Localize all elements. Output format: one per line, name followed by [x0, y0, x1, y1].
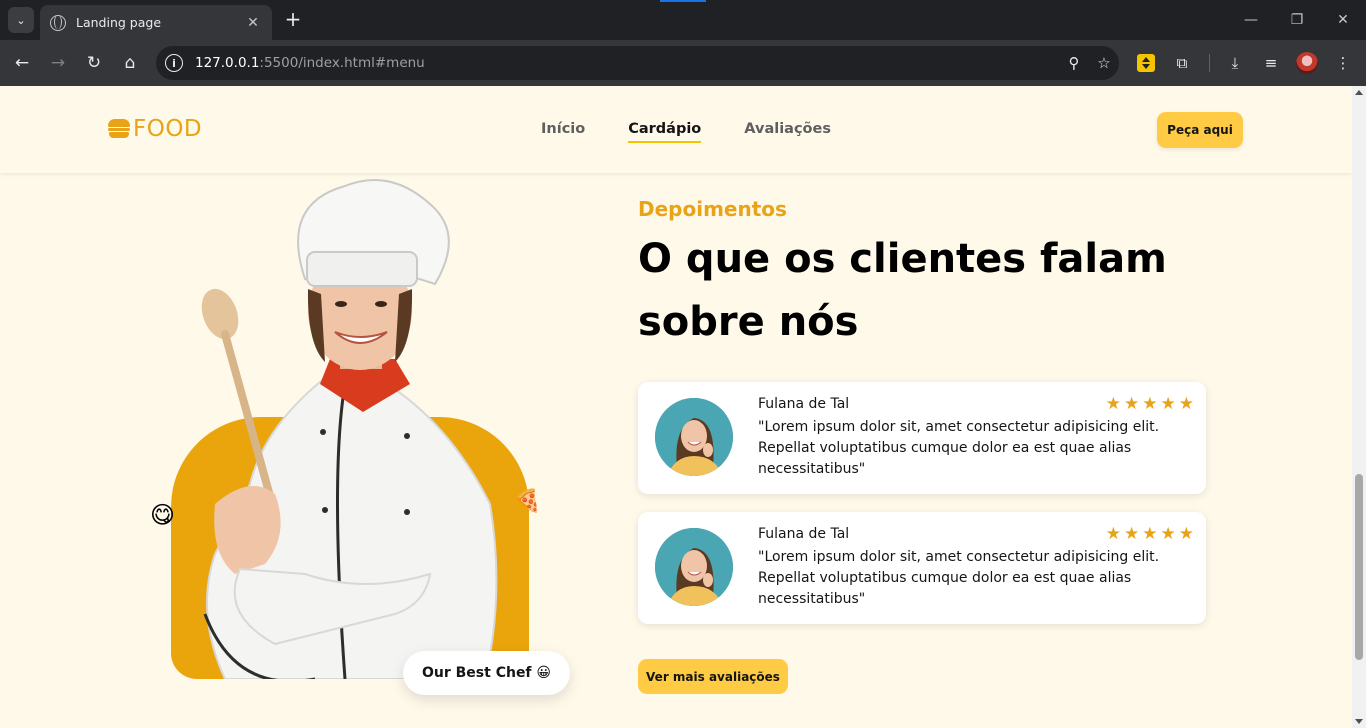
logo[interactable]: FOOD — [108, 116, 202, 142]
review-card: Fulana de Tal ★ ★ ★ ★ ★ "Lorem ipsum dol… — [638, 512, 1206, 624]
tab-search-button[interactable]: ⌄ — [8, 7, 34, 33]
profile-avatar[interactable] — [1295, 51, 1319, 75]
nav-item-inicio[interactable]: Início — [541, 121, 585, 137]
site-header: FOOD Início Cardápio Avaliações Peça aqu… — [0, 86, 1352, 173]
star-icon: ★ — [1105, 394, 1121, 414]
page-scrollbar[interactable] — [1352, 86, 1366, 728]
new-tab-button[interactable]: + — [282, 8, 304, 30]
star-icon: ★ — [1178, 394, 1194, 414]
reload-icon[interactable]: ↻ — [82, 51, 106, 75]
close-window-button[interactable]: ✕ — [1320, 0, 1366, 40]
browser-tab-strip: ⌄ Landing page ✕ + — ❐ ✕ — [0, 0, 1366, 40]
star-icon: ★ — [1142, 394, 1158, 414]
puzzle-icon[interactable]: ⧉ — [1170, 51, 1194, 75]
review-text: "Lorem ipsum dolor sit, amet consectetur… — [758, 549, 1160, 607]
star-icon: ★ — [1124, 524, 1140, 544]
star-icon: ★ — [1160, 394, 1176, 414]
globe-icon — [50, 14, 66, 31]
order-button[interactable]: Peça aqui — [1157, 112, 1243, 148]
pizza-emoji: 🍕 — [514, 489, 542, 514]
forward-arrow-icon[interactable]: → — [46, 51, 70, 75]
zoom-icon[interactable]: ⚲ — [1059, 54, 1089, 72]
star-icon: ★ — [1160, 524, 1176, 544]
toolbar-divider — [1209, 54, 1210, 72]
reviewer-name: Fulana de Tal — [758, 526, 850, 542]
star-icon: ★ — [1142, 524, 1158, 544]
browser-tab[interactable]: Landing page ✕ — [40, 5, 272, 40]
address-bar[interactable]: i 127.0.0.1:5500/index.html#menu ⚲ ☆ — [156, 46, 1119, 80]
scrollbar-thumb[interactable] — [1355, 474, 1363, 660]
review-text: "Lorem ipsum dolor sit, amet consectetur… — [758, 419, 1160, 477]
profile-icon — [1296, 52, 1318, 74]
nav-item-cardapio[interactable]: Cardápio — [628, 121, 702, 143]
site-info-icon[interactable]: i — [165, 54, 183, 72]
browser-toolbar: ← → ↻ ⌂ i 127.0.0.1:5500/index.html#menu… — [0, 40, 1366, 86]
extension-logo-icon — [1137, 54, 1155, 72]
scroll-up-icon[interactable] — [1355, 90, 1363, 95]
section-kicker: Depoimentos — [638, 197, 787, 221]
review-card: Fulana de Tal ★ ★ ★ ★ ★ "Lorem ipsum dol… — [638, 382, 1206, 494]
back-arrow-icon[interactable]: ← — [10, 51, 34, 75]
reviewer-avatar — [655, 528, 733, 606]
menu-icon[interactable]: ⋮ — [1331, 51, 1355, 75]
tab-close-icon[interactable]: ✕ — [244, 15, 262, 31]
extension-icon[interactable] — [1134, 51, 1158, 75]
chef-image — [201, 179, 498, 679]
window-controls: — ❐ ✕ — [1228, 0, 1366, 40]
star-icon: ★ — [1105, 524, 1121, 544]
page-viewport: FOOD Início Cardápio Avaliações Peça aqu… — [0, 86, 1352, 728]
star-icon: ★ — [1178, 524, 1194, 544]
url-text[interactable]: 127.0.0.1:5500/index.html#menu — [195, 55, 1059, 71]
reviewer-name: Fulana de Tal — [758, 396, 850, 412]
media-control-icon[interactable]: ≡ — [1259, 51, 1283, 75]
tab-title: Landing page — [76, 15, 162, 30]
scroll-down-icon[interactable] — [1355, 719, 1363, 724]
logo-text: FOOD — [133, 116, 203, 142]
main-nav: Início Cardápio Avaliações — [541, 121, 831, 143]
star-rating: ★ ★ ★ ★ ★ — [1106, 394, 1194, 414]
section-title: O que os clientes falam sobre nós — [638, 236, 1167, 345]
reviewer-avatar — [655, 398, 733, 476]
burger-icon — [108, 119, 130, 139]
restore-button[interactable]: ❐ — [1274, 0, 1320, 40]
star-icon: ★ — [1124, 394, 1140, 414]
minimize-button[interactable]: — — [1228, 0, 1274, 40]
bookmark-star-icon[interactable]: ☆ — [1089, 54, 1119, 72]
tab-strip-accent — [660, 0, 706, 2]
more-reviews-button[interactable]: Ver mais avaliações — [638, 659, 788, 694]
best-chef-badge: Our Best Chef 😀 — [403, 651, 570, 695]
yum-emoji: 😋 — [150, 501, 176, 529]
download-icon[interactable]: ⤓ — [1223, 51, 1247, 75]
star-rating: ★ ★ ★ ★ ★ — [1106, 524, 1194, 544]
home-icon[interactable]: ⌂ — [118, 51, 142, 75]
nav-item-avaliacoes[interactable]: Avaliações — [744, 121, 831, 137]
